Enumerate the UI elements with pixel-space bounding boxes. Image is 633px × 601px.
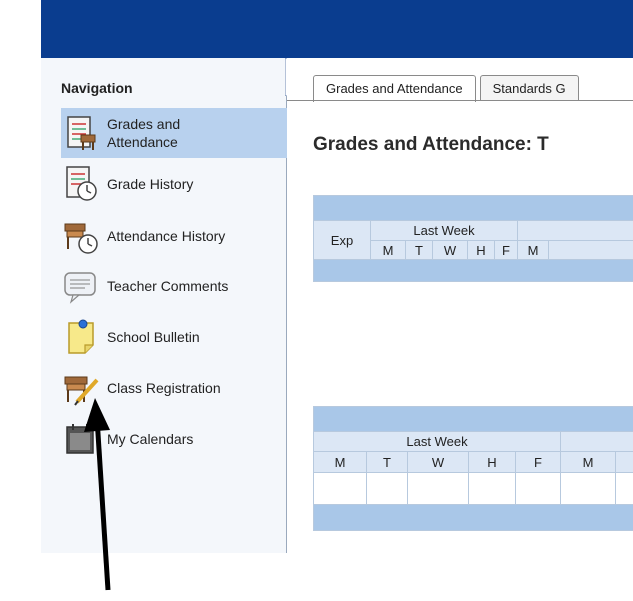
- nav-item-label: Grade History: [107, 176, 194, 192]
- main-content: Grades and Attendance Standards G Grades…: [287, 58, 633, 553]
- day-header: M: [370, 240, 406, 260]
- navigation-title: Navigation: [61, 80, 133, 96]
- attendance-table-top: Exp Last Week M T W H F M: [313, 195, 633, 282]
- top-header-bar: [41, 0, 633, 58]
- day-header: W: [432, 240, 468, 260]
- nav-item-attendance-history[interactable]: Attendance History: [61, 213, 287, 259]
- week-header-next: [560, 431, 633, 452]
- table-band: [313, 504, 633, 531]
- table-band: [313, 195, 633, 221]
- gradebook-icon: [67, 116, 96, 150]
- nav-item-grades-and-attendance[interactable]: Grades and Attendance: [61, 108, 287, 158]
- navigation-sidebar: Navigation Grades and Attendance Grade H…: [41, 58, 287, 553]
- nav-item-label: Grades and Attendance: [107, 116, 181, 150]
- grade-history-icon: [66, 166, 97, 201]
- day-header: F: [515, 451, 561, 473]
- tab-bar: Grades and Attendance Standards G: [313, 75, 583, 102]
- day-header: M: [313, 451, 367, 473]
- nav-item-my-calendars[interactable]: My Calendars: [61, 416, 287, 462]
- tab-divider: [287, 100, 633, 101]
- week-header-next: [517, 220, 633, 241]
- desk-pencil-icon: [64, 376, 99, 406]
- tab-grades-and-attendance[interactable]: Grades and Attendance: [313, 75, 476, 102]
- day-header: H: [467, 240, 495, 260]
- calendar-icon: [66, 424, 94, 454]
- table-cell: [615, 472, 633, 505]
- attendance-table-bottom: Last Week M T W H F M: [313, 406, 633, 531]
- exp-header: Exp: [313, 220, 371, 260]
- day-header: [615, 451, 633, 473]
- nav-item-label: School Bulletin: [107, 329, 200, 345]
- nav-item-label: Class Registration: [107, 380, 221, 396]
- day-header: M: [517, 240, 549, 260]
- nav-item-label: Teacher Comments: [107, 278, 229, 294]
- table-cell: [468, 472, 516, 505]
- table-cell: [313, 472, 367, 505]
- nav-item-school-bulletin[interactable]: School Bulletin: [61, 314, 287, 360]
- day-header: M: [560, 451, 616, 473]
- week-header: Last Week: [370, 220, 518, 241]
- table-band: [313, 406, 633, 432]
- day-header: W: [407, 451, 469, 473]
- day-header: T: [405, 240, 433, 260]
- bulletin-note-icon: [68, 319, 94, 354]
- table-cell: [515, 472, 561, 505]
- table-band: [313, 259, 633, 282]
- nav-item-label: My Calendars: [107, 431, 194, 447]
- table-cell: [366, 472, 408, 505]
- day-header: T: [366, 451, 408, 473]
- page-title: Grades and Attendance: T: [313, 134, 549, 155]
- day-header: H: [468, 451, 516, 473]
- nav-item-class-registration[interactable]: Class Registration: [61, 365, 287, 411]
- nav-item-grade-history[interactable]: Grade History: [61, 162, 287, 206]
- tab-standards[interactable]: Standards G: [479, 75, 579, 101]
- day-header: [548, 240, 633, 260]
- table-cell: [560, 472, 616, 505]
- table-cell: [407, 472, 469, 505]
- week-header: Last Week: [313, 431, 561, 452]
- attendance-history-icon: [64, 223, 98, 254]
- day-header: F: [494, 240, 518, 260]
- comment-bubble-icon: [64, 272, 96, 304]
- nav-item-label: Attendance History: [107, 228, 226, 244]
- nav-item-teacher-comments[interactable]: Teacher Comments: [61, 263, 287, 309]
